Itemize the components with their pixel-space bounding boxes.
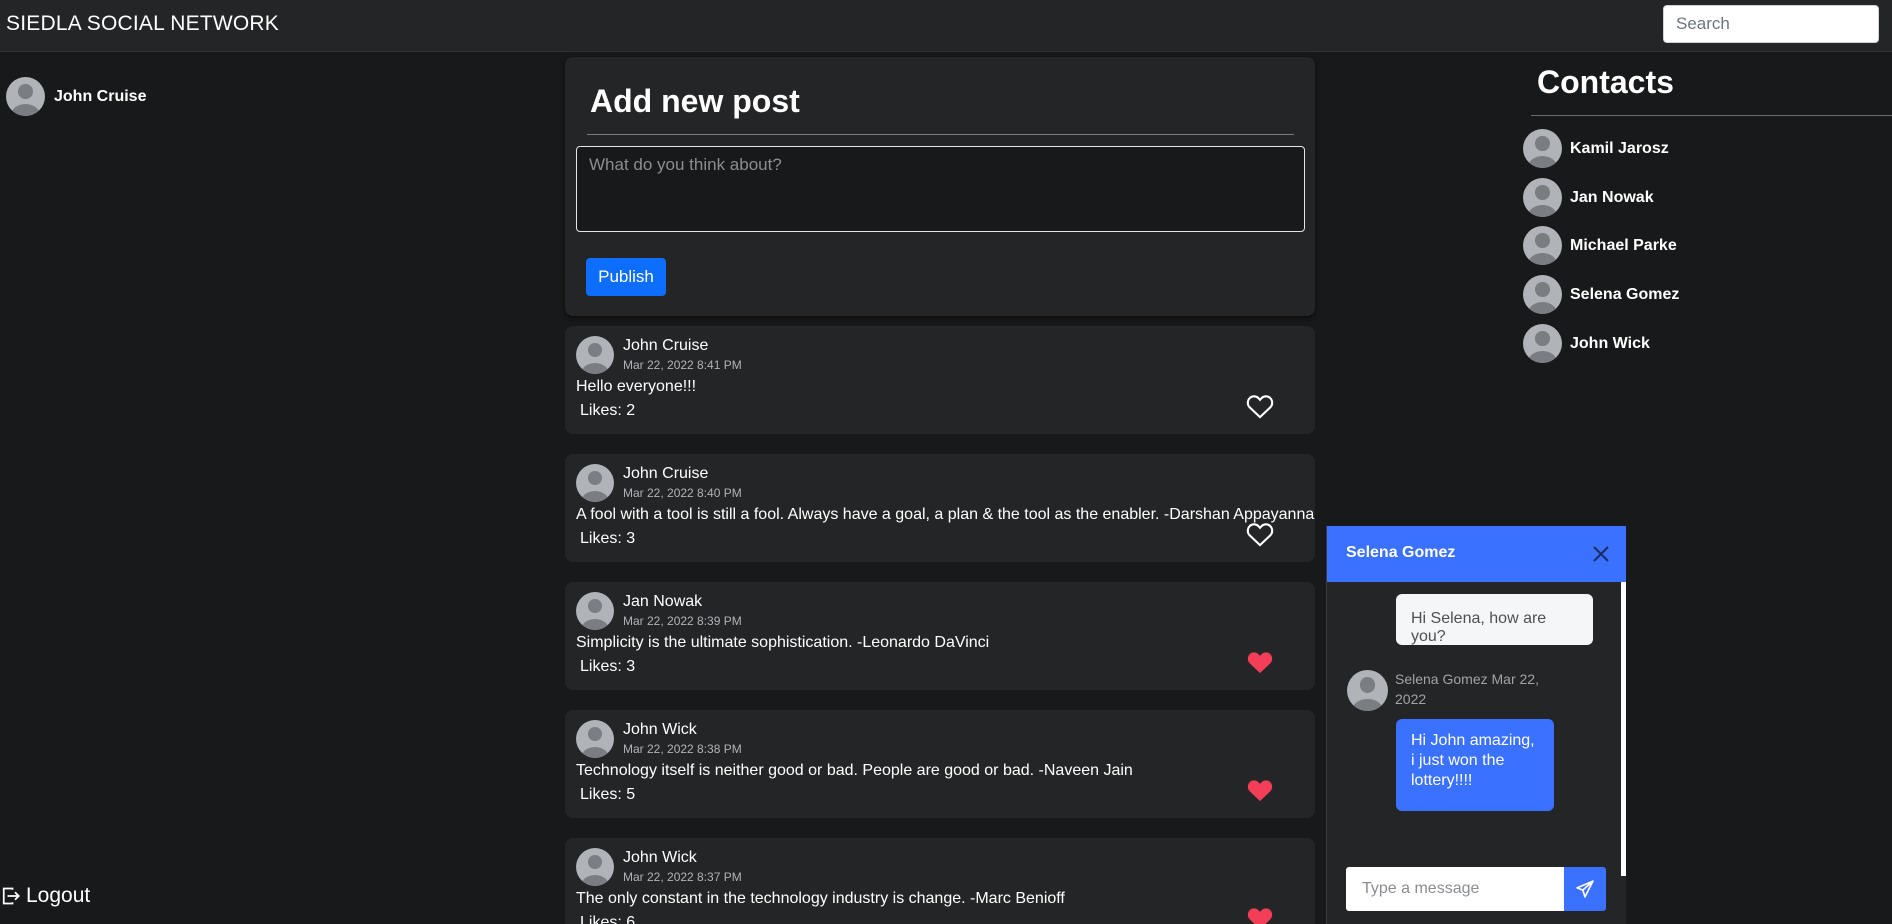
contact-name: Michael Parke: [1570, 236, 1677, 254]
contacts-title: Contacts: [1537, 64, 1674, 100]
new-post-title: Add new post: [590, 83, 800, 119]
contacts-divider: [1531, 115, 1892, 116]
chat-scrollbar[interactable]: [1621, 582, 1626, 876]
chat-contact-avatar: [1347, 670, 1388, 711]
post-date: Mar 22, 2022 8:39 PM: [623, 614, 742, 628]
user-avatar: [6, 77, 45, 116]
contact-name: John Wick: [1570, 334, 1650, 352]
contact-avatar: [1523, 275, 1562, 314]
post-author[interactable]: John Cruise: [623, 465, 708, 483]
post-card: John Wick Mar 22, 2022 8:38 PM Technolog…: [565, 710, 1315, 818]
current-user-link[interactable]: John Cruise: [6, 77, 146, 116]
post-card: John Wick Mar 22, 2022 8:37 PM The only …: [565, 838, 1315, 924]
post-text: A fool with a tool is still a fool. Alwa…: [576, 506, 1315, 523]
contact-avatar: [1523, 324, 1562, 363]
search-input[interactable]: [1663, 5, 1879, 43]
post-author-avatar: [576, 848, 614, 886]
brand-logo-text[interactable]: SIEDLA SOCIAL NETWORK: [6, 12, 279, 36]
contact-name: Selena Gomez: [1570, 285, 1680, 303]
logout-label: Logout: [26, 884, 91, 907]
like-heart-outline-icon[interactable]: [1246, 393, 1274, 419]
post-date: Mar 22, 2022 8:38 PM: [623, 742, 742, 756]
post-card: Jan Nowak Mar 22, 2022 8:39 PM Simplicit…: [565, 582, 1315, 690]
top-navbar: SIEDLA SOCIAL NETWORK: [0, 0, 1892, 52]
contact-name: Kamil Jarosz: [1570, 139, 1669, 157]
post-likes-count: Likes: 5: [580, 786, 636, 803]
outgoing-message: Hi Selena, how are you?: [1396, 594, 1593, 645]
post-date: Mar 22, 2022 8:37 PM: [623, 870, 742, 884]
post-author[interactable]: Jan Nowak: [623, 593, 702, 611]
post-author-avatar: [576, 336, 614, 374]
post-date: Mar 22, 2022 8:40 PM: [623, 486, 742, 500]
chat-message-input[interactable]: [1346, 867, 1564, 911]
new-post-divider: [587, 134, 1294, 135]
post-card: John Cruise Mar 22, 2022 8:40 PM A fool …: [565, 454, 1315, 562]
logout-icon: [2, 887, 20, 905]
current-user-name: John Cruise: [54, 87, 147, 105]
contact-item[interactable]: Kamil Jarosz: [1523, 129, 1669, 168]
post-text: Technology itself is neither good or bad…: [576, 762, 1133, 779]
contact-name: Jan Nowak: [1570, 188, 1654, 206]
post-likes-count: Likes: 6: [580, 914, 636, 924]
post-text: Hello everyone!!!: [576, 378, 697, 395]
contact-avatar: [1523, 226, 1562, 265]
post-text: Simplicity is the ultimate sophisticatio…: [576, 634, 990, 651]
contact-item[interactable]: Michael Parke: [1523, 226, 1677, 265]
post-author[interactable]: John Cruise: [623, 337, 708, 355]
post-likes-count: Likes: 3: [580, 530, 636, 547]
logout-button[interactable]: Logout: [0, 884, 90, 908]
chat-header: Selena Gomez: [1327, 526, 1626, 582]
like-heart-filled-icon[interactable]: [1246, 905, 1274, 924]
post-author-avatar: [576, 464, 614, 502]
send-icon: [1576, 880, 1594, 898]
post-card: John Cruise Mar 22, 2022 8:41 PM Hello e…: [565, 326, 1315, 434]
post-date: Mar 22, 2022 8:41 PM: [623, 358, 742, 372]
like-heart-outline-icon[interactable]: [1246, 521, 1274, 547]
contact-item[interactable]: John Wick: [1523, 324, 1650, 363]
contact-avatar: [1523, 178, 1562, 217]
post-author-avatar: [576, 592, 614, 630]
chat-contact-name: Selena Gomez: [1346, 544, 1456, 561]
post-author[interactable]: John Wick: [623, 721, 697, 739]
like-heart-filled-icon[interactable]: [1246, 777, 1274, 803]
contact-item[interactable]: Selena Gomez: [1523, 275, 1679, 314]
post-likes-count: Likes: 2: [580, 402, 636, 419]
post-author[interactable]: John Wick: [623, 849, 697, 867]
contact-item[interactable]: Jan Nowak: [1523, 178, 1654, 217]
like-heart-filled-icon[interactable]: [1246, 649, 1274, 675]
post-likes-count: Likes: 3: [580, 658, 636, 675]
chat-window: Selena Gomez Hi Selena, how are you? Sel…: [1326, 526, 1626, 924]
post-author-avatar: [576, 720, 614, 758]
post-text: The only constant in the technology indu…: [576, 890, 1065, 907]
incoming-message: Hi John amazing, i just won the lottery!…: [1396, 719, 1554, 811]
new-post-card: Add new post Publish: [565, 57, 1315, 316]
publish-button[interactable]: Publish: [586, 258, 666, 296]
incoming-message-meta: Selena Gomez Mar 22, 2022: [1395, 671, 1539, 707]
new-post-textarea[interactable]: [576, 146, 1305, 232]
contact-avatar: [1523, 129, 1562, 168]
send-button[interactable]: [1564, 867, 1606, 911]
close-icon[interactable]: [1591, 544, 1611, 564]
